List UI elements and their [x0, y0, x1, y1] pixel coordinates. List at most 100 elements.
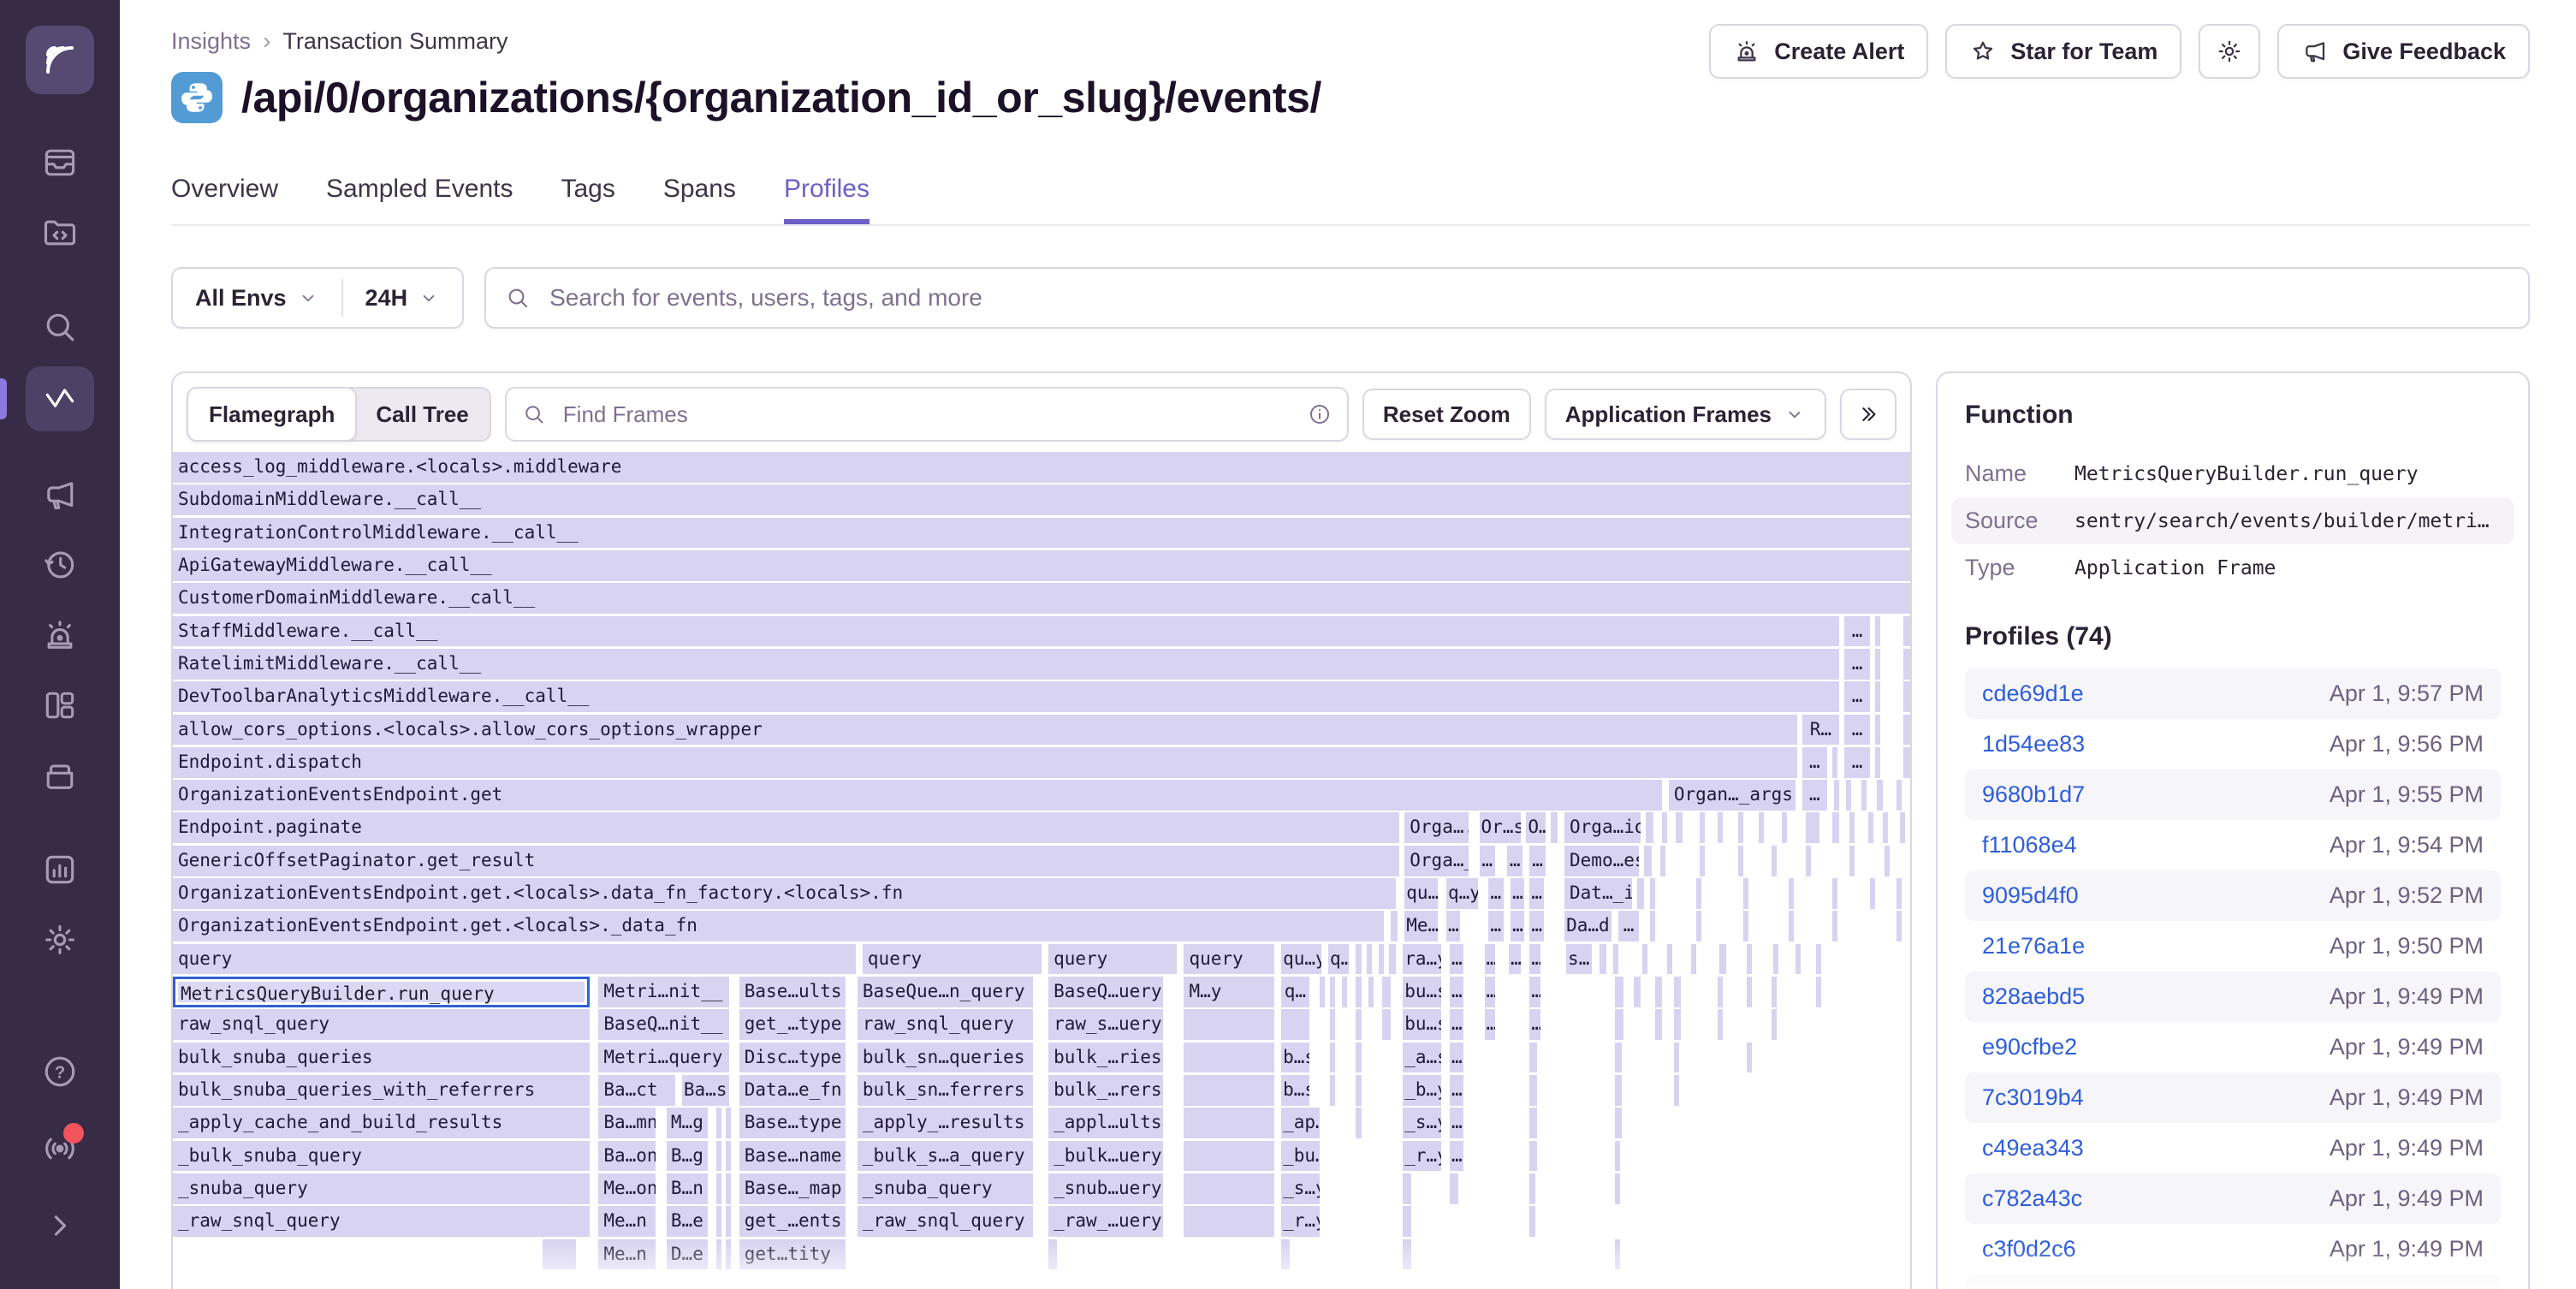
flame-frame[interactable] [716, 1173, 721, 1204]
flame-frame[interactable]: … [1509, 944, 1521, 975]
flame-frame[interactable]: _snuba_query [173, 1173, 590, 1204]
flame-frame[interactable]: Ba…mn [598, 1108, 656, 1138]
flame-frame[interactable]: Organ…_args [1669, 780, 1795, 811]
flame-frame[interactable]: … [1450, 1042, 1463, 1073]
flame-frame[interactable]: _snuba_query [858, 1173, 1033, 1204]
flame-frame[interactable] [1772, 846, 1777, 876]
flame-frame[interactable]: query [1048, 944, 1177, 975]
flame-frame[interactable] [1529, 1108, 1536, 1138]
flame-frame[interactable]: get_…type [739, 1009, 846, 1040]
flame-frame[interactable] [1875, 681, 1880, 712]
flame-frame[interactable]: ra…y [1403, 944, 1441, 975]
tab-overview[interactable]: Overview [171, 175, 278, 224]
tab-profiles[interactable]: Profiles [784, 175, 870, 224]
flame-frame[interactable]: query [863, 944, 1042, 975]
flame-frame[interactable]: Base…type [739, 1108, 846, 1138]
flame-frame[interactable]: … [1511, 911, 1524, 942]
flame-frame[interactable] [1634, 977, 1641, 1007]
flame-frame[interactable] [1330, 1075, 1335, 1106]
flame-frame[interactable]: bu…s [1403, 1009, 1441, 1040]
flame-frame[interactable] [1615, 977, 1623, 1007]
flame-frame[interactable]: … [1844, 649, 1870, 680]
flame-frame[interactable]: B…g [667, 1141, 709, 1172]
flame-frame[interactable]: Da…d [1564, 911, 1611, 942]
flame-frame[interactable]: … [1529, 911, 1543, 942]
flame-frame[interactable]: RatelimitMiddleware.__call__ [173, 649, 1839, 680]
flame-frame[interactable]: BaseQ…uery [1048, 977, 1163, 1007]
flame-frame[interactable] [1184, 1206, 1274, 1237]
flame-frame[interactable]: SubdomainMiddleware.__call__ [173, 484, 1910, 515]
flame-frame[interactable]: B…e [667, 1206, 709, 1237]
find-frames-input[interactable] [560, 400, 1294, 430]
flame-frame[interactable]: Data…e_fn [739, 1075, 846, 1106]
flame-frame[interactable] [716, 1206, 721, 1237]
flame-frame[interactable]: _raw_snql_query [173, 1206, 590, 1237]
flame-frame[interactable]: … [1529, 977, 1540, 1007]
flame-frame[interactable] [1655, 977, 1662, 1007]
flame-frame[interactable] [1885, 846, 1890, 876]
flame-frame[interactable] [1718, 977, 1723, 1007]
flame-frame[interactable]: Dat…_id [1564, 878, 1632, 909]
flame-frame[interactable] [1403, 1206, 1411, 1237]
flame-frame[interactable] [1773, 944, 1778, 975]
flame-frame[interactable]: Ba…s [682, 1075, 729, 1106]
flame-frame[interactable] [1849, 846, 1855, 876]
sidebar-item-logo[interactable] [26, 26, 94, 94]
flame-frame[interactable] [1529, 1042, 1536, 1073]
flame-frame[interactable] [726, 1206, 731, 1237]
flame-frame[interactable] [1700, 846, 1705, 876]
flame-frame[interactable]: Base…name [739, 1141, 846, 1172]
flame-frame[interactable]: Orga….fn [1404, 812, 1469, 843]
flame-frame[interactable] [1806, 846, 1811, 876]
flame-frame[interactable]: _r…y [1281, 1206, 1320, 1237]
flame-frame[interactable]: bulk_sn…ferrers [858, 1075, 1033, 1106]
flame-frame[interactable] [1718, 812, 1723, 843]
flame-frame[interactable] [1789, 911, 1794, 942]
flame-frame[interactable]: Base…ults [739, 977, 846, 1007]
info-icon[interactable] [1308, 402, 1332, 426]
flame-frame[interactable] [1674, 977, 1681, 1007]
flame-frame[interactable] [1356, 944, 1361, 975]
flame-frame[interactable] [1789, 878, 1794, 909]
flame-frame[interactable]: … [1844, 715, 1870, 745]
flame-frame[interactable] [1696, 911, 1701, 942]
flame-frame[interactable] [1356, 1009, 1361, 1040]
flame-frame[interactable]: Metri…query [598, 1042, 728, 1073]
flame-frame[interactable] [1772, 977, 1777, 1007]
flame-frame[interactable]: bulk_snuba_queries [173, 1042, 590, 1073]
flame-frame[interactable]: … [1480, 846, 1495, 876]
flame-frame[interactable] [1846, 780, 1851, 811]
sidebar-item-dashboards[interactable] [26, 674, 94, 736]
flame-frame[interactable] [1655, 1009, 1662, 1040]
flame-frame[interactable] [1738, 812, 1743, 843]
flame-frame[interactable]: _ap…ts [1281, 1108, 1320, 1138]
flame-frame[interactable]: … [1488, 911, 1504, 942]
flame-frame[interactable]: Ba…ct [598, 1075, 674, 1106]
flame-frame[interactable]: Me…on [598, 1173, 656, 1204]
flame-frame[interactable] [726, 1239, 731, 1270]
flame-frame[interactable] [1660, 846, 1665, 876]
flame-frame[interactable]: Demo…ess [1564, 846, 1639, 876]
flame-frame[interactable]: … [1844, 747, 1870, 778]
profile-link[interactable]: cde69d1e [1982, 680, 2084, 707]
event-search-input[interactable] [546, 282, 2509, 313]
flame-frame[interactable] [1903, 747, 1910, 778]
frame-filter-dropdown[interactable]: Application Frames [1545, 389, 1826, 440]
flame-frame[interactable]: CustomerDomainMiddleware.__call__ [173, 583, 1910, 614]
flame-frame[interactable]: IntegrationControlMiddleware.__call__ [173, 518, 1910, 549]
breadcrumb-insights[interactable]: Insights [171, 28, 251, 55]
flame-frame[interactable] [1356, 1108, 1361, 1138]
flame-frame[interactable] [1674, 1042, 1679, 1073]
flame-frame[interactable] [1743, 911, 1748, 942]
flame-frame[interactable] [1875, 616, 1880, 647]
profile-link[interactable]: c782a43c [1982, 1185, 2082, 1212]
profile-link[interactable]: 1d54ee83 [1982, 731, 2085, 757]
flame-frame[interactable]: O… [1526, 812, 1545, 843]
sidebar-item-stats[interactable] [26, 839, 94, 900]
flame-frame[interactable]: raw_snql_query [858, 1009, 1033, 1040]
profile-link[interactable]: 21e76a1e [1982, 933, 2085, 959]
flame-frame[interactable] [1896, 780, 1902, 811]
flame-frame[interactable] [1877, 780, 1882, 811]
flame-frame[interactable] [1529, 1141, 1536, 1172]
sidebar-item-archive[interactable] [26, 745, 94, 806]
